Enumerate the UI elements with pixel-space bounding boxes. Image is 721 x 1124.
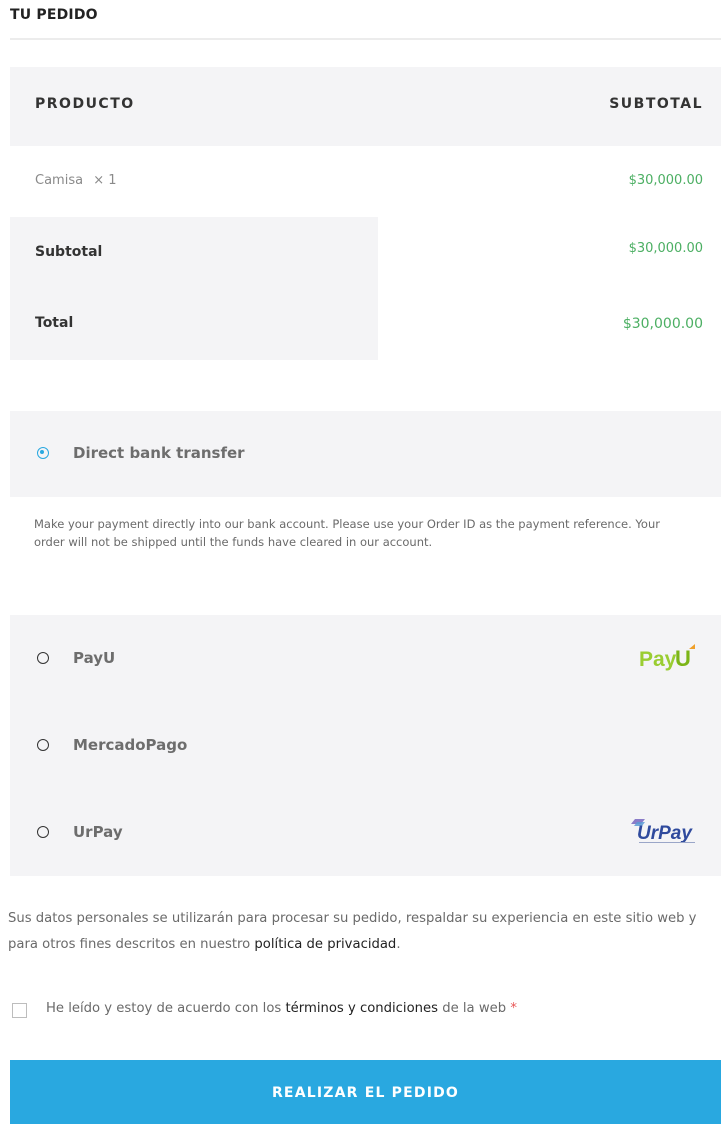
svg-text:Pay: Pay [639, 648, 677, 671]
order-item-name-wrap: Camisa × 1 [35, 173, 117, 188]
subtotal-label: Subtotal [35, 244, 103, 260]
terms-label: He leído y estoy de acuerdo con los térm… [46, 1001, 517, 1016]
bank-transfer-description: Make your payment directly into our bank… [34, 517, 660, 549]
subtotal-row: Subtotal $30,000.00 [10, 217, 721, 288]
subtotal-column-header: SUBTOTAL [609, 96, 703, 112]
payment-option-urpay[interactable]: UrPay UrPay [10, 789, 721, 876]
privacy-period: . [396, 937, 401, 952]
payment-option-payu[interactable]: PayU Pay U [10, 615, 721, 702]
subtotal-value: $30,000.00 [628, 241, 703, 256]
terms-link[interactable]: términos y condiciones [286, 1001, 439, 1016]
terms-text-after: de la web [442, 1001, 507, 1016]
order-item-row: Camisa × 1 $30,000.00 [10, 146, 721, 217]
privacy-policy-link[interactable]: política de privacidad [254, 937, 396, 952]
place-order-button[interactable]: REALIZAR EL PEDIDO [10, 1060, 721, 1124]
checkout-order-review: TU PEDIDO PRODUCTO SUBTOTAL Camisa × 1 $… [0, 0, 721, 1124]
terms-text-before: He leído y estoy de acuerdo con los [46, 1001, 282, 1016]
svg-text:U: U [675, 646, 691, 671]
order-table-header: PRODUCTO SUBTOTAL [10, 67, 721, 146]
urpay-label[interactable]: UrPay [73, 823, 123, 841]
terms-row: He leído y estoy de acuerdo con los térm… [10, 999, 721, 1023]
order-item-name: Camisa [35, 173, 84, 188]
payu-label[interactable]: PayU [73, 649, 115, 667]
order-item-price: $30,000.00 [628, 173, 703, 188]
section-title: TU PEDIDO [10, 7, 98, 23]
total-label: Total [35, 315, 74, 331]
product-column-header: PRODUCTO [35, 96, 135, 112]
payment-option-mercadopago[interactable]: MercadoPago [10, 702, 721, 789]
bank-transfer-radio[interactable] [37, 447, 49, 459]
payment-option-bank-transfer[interactable]: Direct bank transfer [10, 411, 721, 498]
required-asterisk: * [510, 1001, 517, 1016]
order-item-quantity: × 1 [93, 173, 117, 188]
terms-checkbox[interactable] [12, 1003, 27, 1018]
total-value: $30,000.00 [622, 316, 703, 332]
bank-transfer-label[interactable]: Direct bank transfer [73, 444, 245, 462]
svg-text:UrPay: UrPay [637, 823, 693, 844]
payu-logo-icon: Pay U [639, 644, 695, 671]
payu-radio[interactable] [37, 652, 49, 664]
privacy-notice: Sus datos personales se utilizarán para … [8, 906, 721, 958]
urpay-logo-icon: UrPay [631, 819, 695, 844]
section-divider [10, 38, 721, 40]
mercadopago-label[interactable]: MercadoPago [73, 736, 187, 754]
total-row: Total $30,000.00 [10, 288, 721, 359]
mercadopago-radio[interactable] [37, 739, 49, 751]
urpay-radio[interactable] [37, 826, 49, 838]
